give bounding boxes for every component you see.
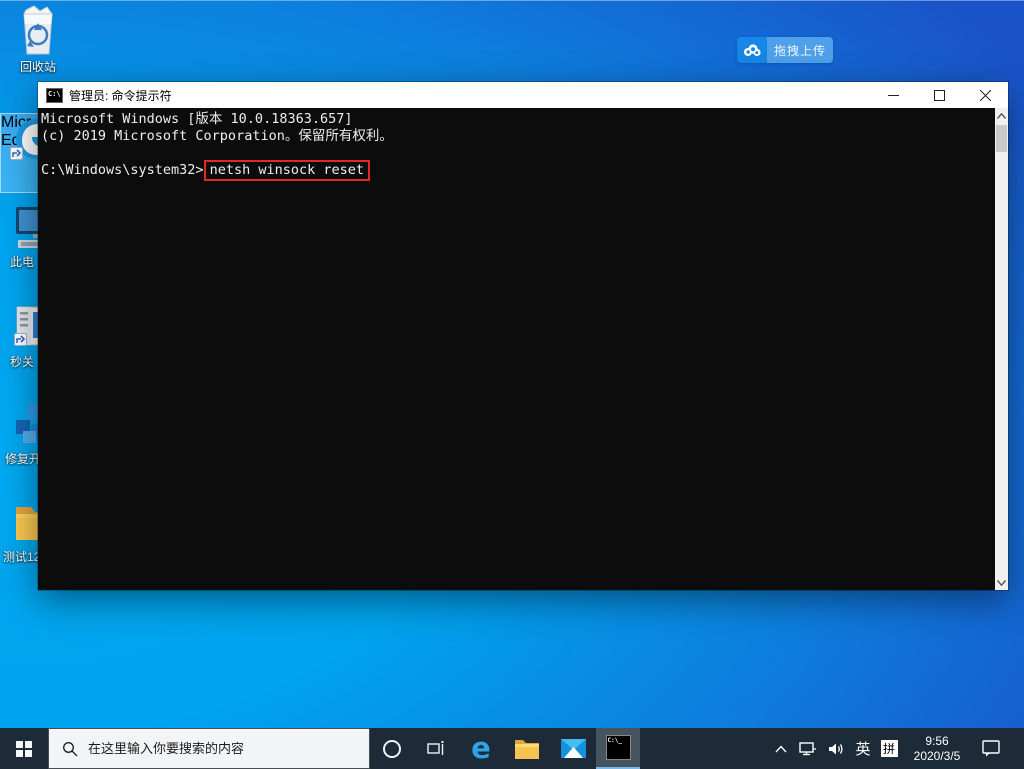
ime-language-label: 英 — [855, 741, 871, 758]
console-scrollbar[interactable] — [995, 108, 1008, 590]
scrollbar-thumb[interactable] — [996, 125, 1007, 152]
scroll-down-button[interactable] — [995, 575, 1008, 590]
screen-top-edge — [0, 0, 1024, 1]
taskbar-cmd-button-active[interactable]: C:\_ — [596, 728, 640, 769]
desktop-icon-label: 此电 — [10, 255, 35, 269]
cloud-icon — [737, 37, 767, 63]
speaker-icon — [828, 743, 843, 754]
console-line: (c) 2019 Microsoft Corporation。保留所有权利。 — [41, 128, 393, 144]
tray-overflow-button[interactable] — [768, 728, 794, 769]
taskbar-file-explorer-button[interactable] — [504, 728, 550, 769]
desktop-icon-label: 秒关 — [10, 355, 35, 369]
shortcut-arrow-icon — [14, 333, 27, 346]
edge-icon: e — [471, 731, 491, 765]
drag-upload-widget[interactable]: 拖拽上传 — [737, 37, 833, 63]
desktop: 回收站 Micr Ed 此电 秒关 修复开 测试12 拖拽上传 C:\ 管理员:… — [0, 0, 1024, 769]
search-icon — [63, 741, 78, 756]
window-title: 管理员: 命令提示符 — [69, 88, 172, 103]
notification-icon — [982, 740, 1000, 757]
taskbar-search[interactable] — [48, 728, 370, 769]
command-annotation-box: netsh winsock reset — [203, 160, 370, 181]
system-tray: 英 拼 9:56 2020/3/5 — [768, 728, 1024, 769]
clock-time: 9:56 — [925, 733, 949, 748]
ime-mode-label: 拼 — [880, 740, 898, 757]
console-line: Microsoft Windows [版本 10.0.18363.657] — [41, 111, 353, 127]
network-ethernet-icon — [799, 741, 816, 755]
close-icon — [979, 89, 991, 101]
start-button[interactable] — [0, 728, 48, 769]
maximize-icon — [933, 89, 945, 101]
mail-icon — [560, 739, 586, 758]
minimize-icon — [887, 94, 899, 96]
typed-command: netsh winsock reset — [209, 162, 364, 178]
volume-button[interactable] — [822, 728, 850, 769]
search-input[interactable] — [88, 741, 338, 756]
cmd-window: C:\ 管理员: 命令提示符 Microsoft Windows [版本 10.… — [38, 82, 1008, 590]
cmd-titlebar[interactable]: C:\ 管理员: 命令提示符 — [38, 82, 1008, 108]
desktop-icon-label: 回收站 — [19, 60, 56, 74]
ime-mode-indicator[interactable]: 拼 — [876, 728, 902, 769]
file-explorer-icon — [515, 739, 539, 759]
drag-upload-label: 拖拽上传 — [767, 37, 833, 63]
windows-logo-icon — [16, 740, 32, 757]
taskbar-mail-button[interactable] — [550, 728, 596, 769]
ime-language-indicator[interactable]: 英 — [850, 728, 876, 769]
maximize-button[interactable] — [916, 82, 962, 108]
task-view-button[interactable] — [414, 728, 458, 769]
minimize-button[interactable] — [870, 82, 916, 108]
chevron-up-icon — [997, 112, 1006, 119]
cmd-icon: C:\_ — [605, 735, 631, 760]
recycle-bin-icon — [23, 5, 53, 55]
desktop-icon-label: 测试12 — [3, 550, 41, 564]
action-center-button[interactable] — [972, 728, 1010, 769]
task-view-icon — [427, 741, 444, 755]
desktop-icon-recycle-bin[interactable]: 回收站 — [0, 2, 76, 74]
taskbar-edge-button[interactable]: e — [458, 728, 504, 769]
cortana-button[interactable] — [370, 728, 414, 769]
console-output[interactable]: Microsoft Windows [版本 10.0.18363.657] (c… — [38, 108, 1008, 590]
cortana-icon — [383, 739, 401, 758]
desktop-icon-label: 修复开 — [5, 452, 42, 466]
chevron-up-icon — [775, 744, 787, 752]
cmd-window-icon: C:\ — [46, 87, 63, 103]
network-status-button[interactable] — [794, 728, 822, 769]
shortcut-arrow-icon — [10, 147, 23, 160]
console-prompt-line: C:\Windows\system32> netsh winsock reset — [41, 160, 992, 196]
chevron-down-icon — [997, 579, 1006, 586]
clock-date: 2020/3/5 — [913, 748, 961, 763]
scroll-up-button[interactable] — [995, 108, 1008, 123]
console-prompt: C:\Windows\system32> — [41, 162, 204, 178]
taskbar-clock[interactable]: 9:56 2020/3/5 — [902, 728, 972, 769]
close-button[interactable] — [962, 82, 1008, 108]
taskbar: e C:\_ — [0, 728, 1024, 769]
